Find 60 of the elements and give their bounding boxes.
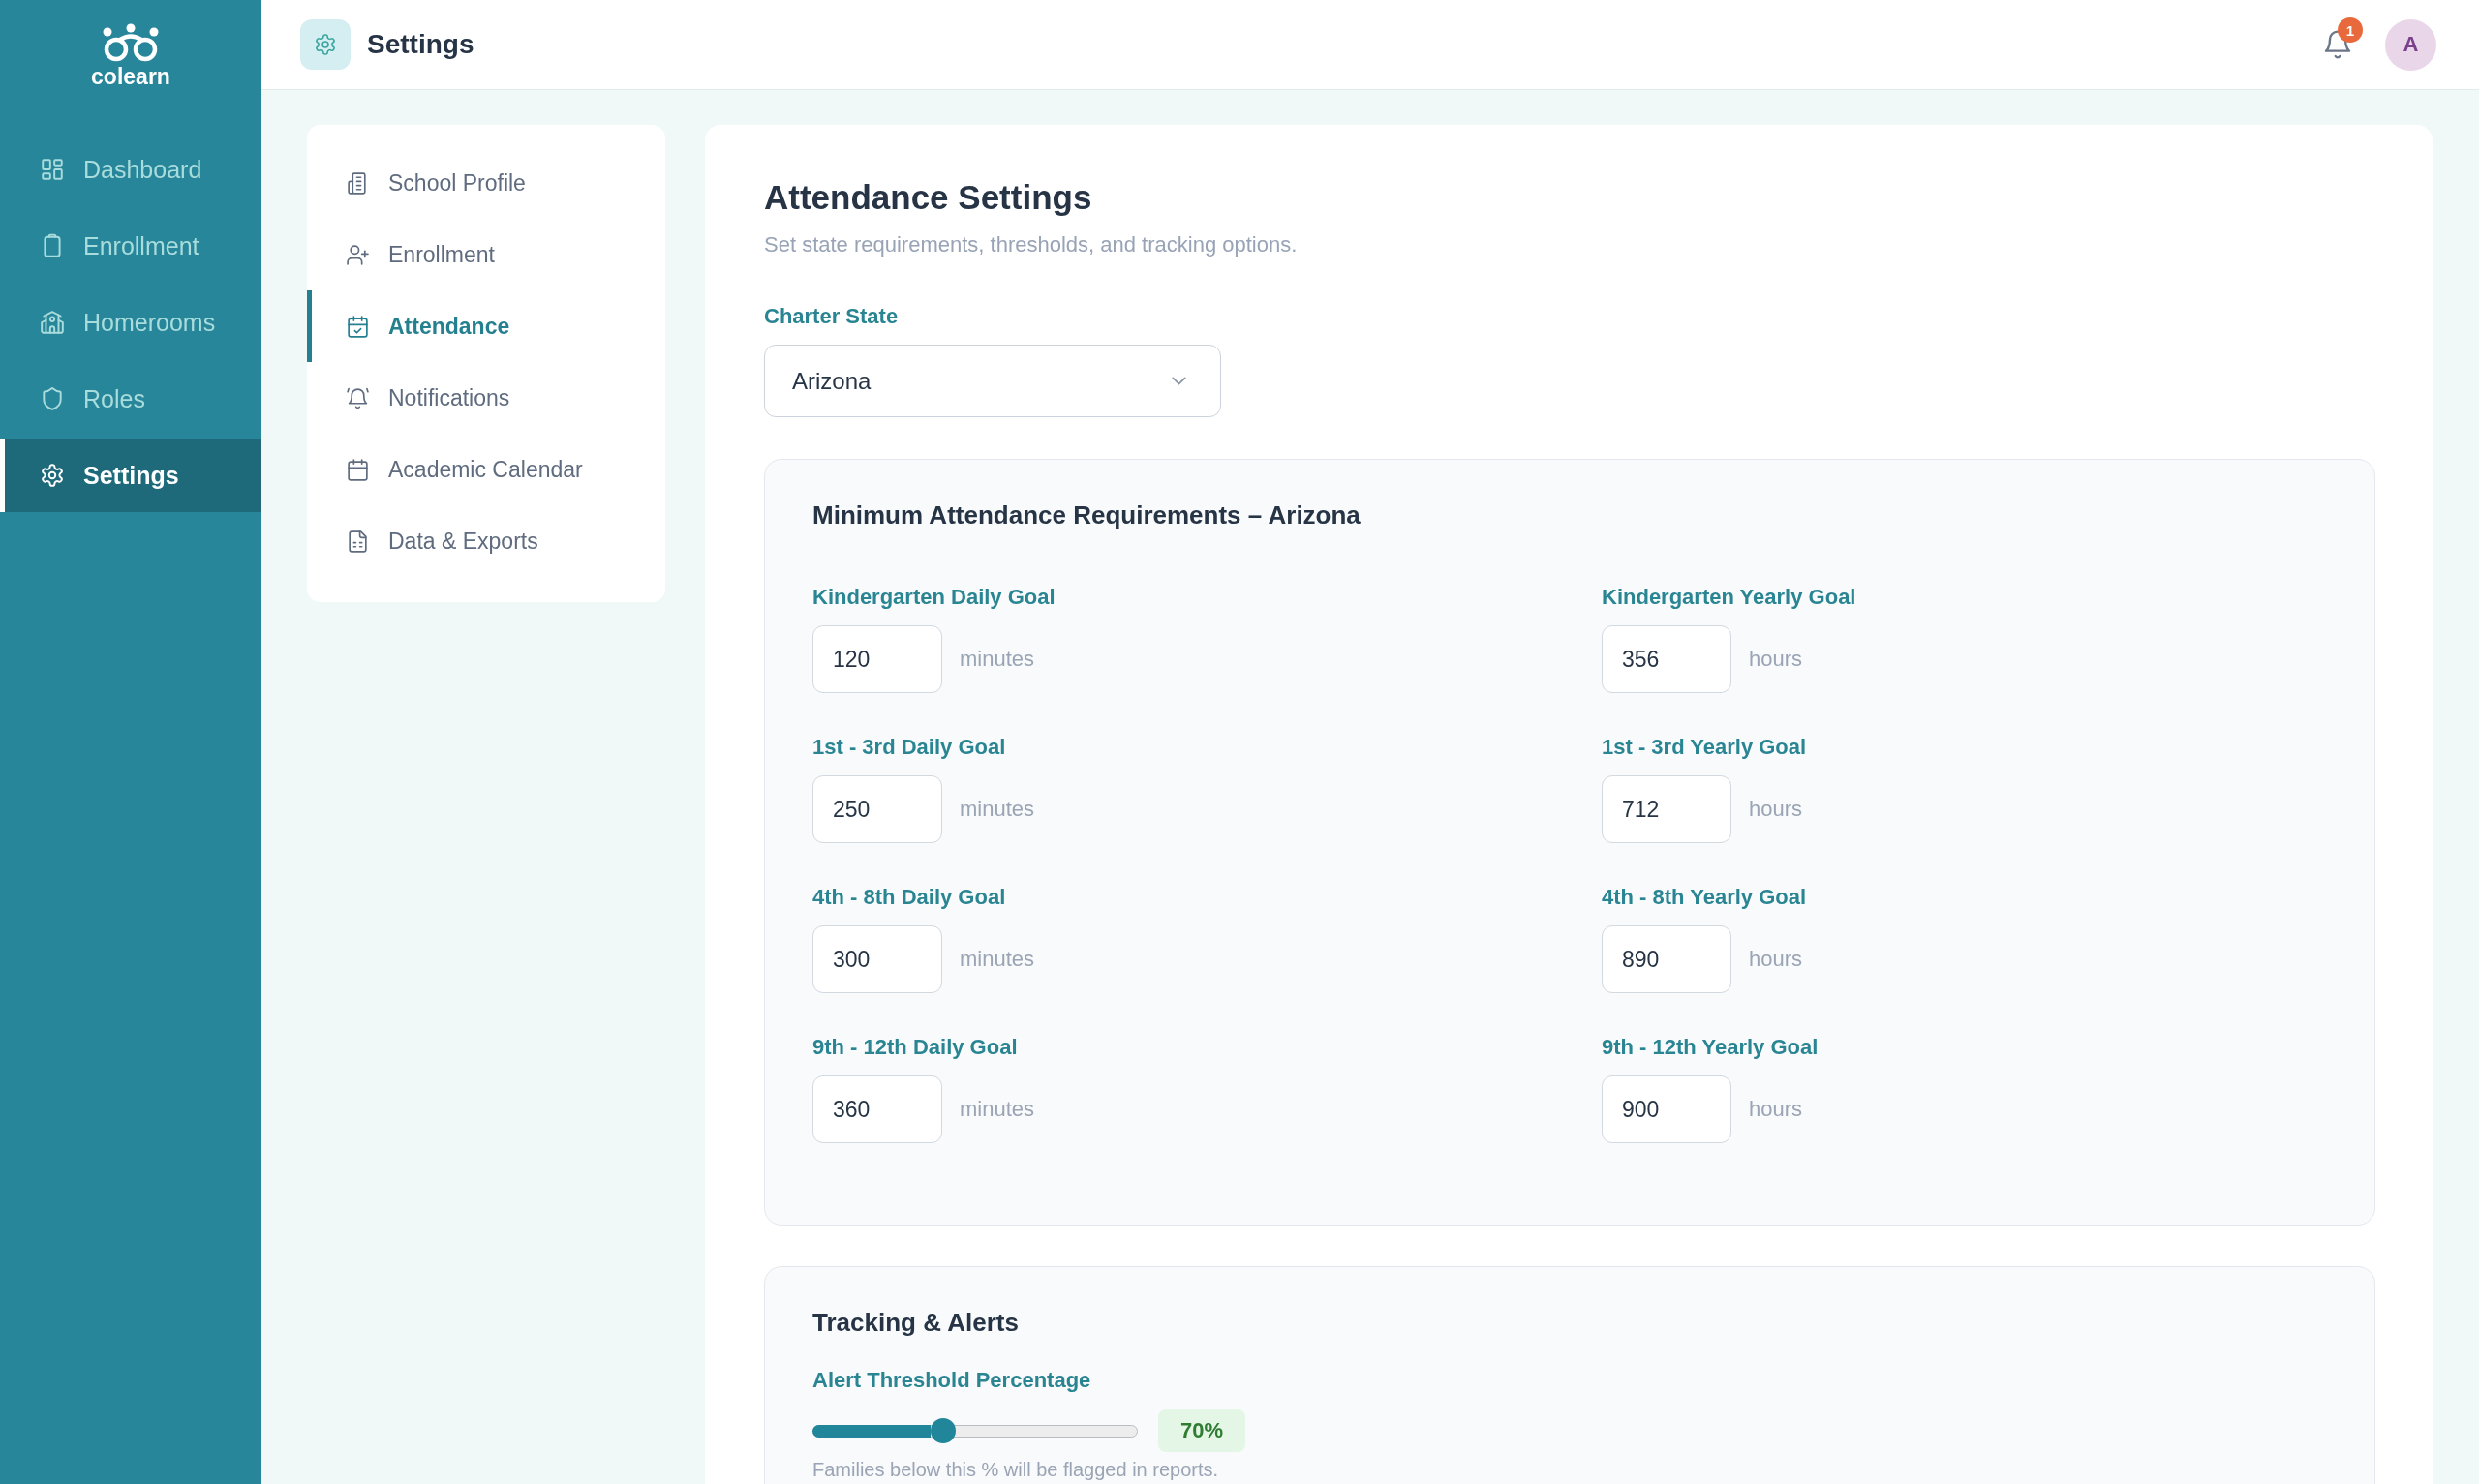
panel-title: Minimum Attendance Requirements – Arizona bbox=[812, 500, 1361, 530]
grid-icon bbox=[40, 157, 65, 182]
unit-label: hours bbox=[1749, 1097, 1803, 1122]
goal-input[interactable]: 356 bbox=[1602, 625, 1731, 693]
sidebar-nav-item[interactable]: Roles bbox=[0, 362, 261, 436]
slider-label: Alert Threshold Percentage bbox=[812, 1368, 1091, 1393]
slider-handle[interactable] bbox=[930, 1418, 956, 1443]
goal-label: Kindergarten Yearly Goal bbox=[1602, 585, 1856, 610]
goal-label: 9th - 12th Yearly Goal bbox=[1602, 1035, 1819, 1060]
goal-input[interactable]: 360 bbox=[812, 1075, 942, 1143]
goal-input[interactable]: 712 bbox=[1602, 775, 1731, 843]
settings-menu-item[interactable]: Enrollment bbox=[307, 219, 665, 290]
goal-input[interactable]: 250 bbox=[812, 775, 942, 843]
settings-menu-item[interactable]: Notifications bbox=[307, 362, 665, 434]
goal-input[interactable]: 900 bbox=[1602, 1075, 1731, 1143]
unit-label: minutes bbox=[960, 947, 1035, 972]
section-title: Attendance Settings bbox=[764, 177, 1092, 218]
settings-icon bbox=[40, 463, 65, 488]
unit-label: hours bbox=[1749, 947, 1803, 972]
school-building-icon bbox=[40, 310, 65, 335]
goal-label: 4th - 8th Daily Goal bbox=[812, 885, 1006, 910]
page-title: Settings bbox=[367, 29, 474, 60]
notification-count: 1 bbox=[2338, 17, 2363, 43]
goal-label: 9th - 12th Daily Goal bbox=[812, 1035, 1018, 1060]
unit-label: minutes bbox=[960, 797, 1035, 822]
settings-menu-item[interactable]: Data & Exports bbox=[307, 505, 665, 577]
goal-input[interactable]: 300 bbox=[812, 925, 942, 993]
shield-icon bbox=[40, 386, 65, 411]
sidebar-nav-item[interactable]: Homerooms bbox=[0, 286, 261, 359]
settings-menu-item[interactable]: Attendance bbox=[307, 290, 665, 362]
bell-ringing-icon bbox=[346, 385, 370, 410]
panel-title: Tracking & Alerts bbox=[812, 1307, 1019, 1338]
user-avatar[interactable]: A bbox=[2385, 18, 2436, 71]
sidebar-nav-item[interactable]: Dashboard bbox=[0, 133, 261, 206]
threshold-value: 70% bbox=[1158, 1409, 1245, 1452]
goal-label: 1st - 3rd Yearly Goal bbox=[1602, 735, 1807, 760]
calendar-check-icon bbox=[346, 314, 370, 339]
settings-menu-item[interactable]: School Profile bbox=[307, 147, 665, 219]
chevron-down-icon bbox=[1172, 377, 1186, 385]
settings-menu-item[interactable]: Academic Calendar bbox=[307, 434, 665, 505]
unit-label: hours bbox=[1749, 797, 1803, 822]
goal-label: Kindergarten Daily Goal bbox=[812, 585, 1056, 610]
logo-text: colearn bbox=[91, 65, 170, 88]
settings-icon bbox=[300, 19, 351, 70]
user-plus-icon bbox=[346, 242, 370, 267]
goal-label: 4th - 8th Yearly Goal bbox=[1602, 885, 1807, 910]
unit-label: hours bbox=[1749, 647, 1803, 672]
hint-text: Families below this % will be flagged in reports. bbox=[812, 1458, 1219, 1481]
goal-input[interactable]: 890 bbox=[1602, 925, 1731, 993]
section-description: Set state requirements, thresholds, and tracking options. bbox=[764, 232, 1298, 257]
state-select[interactable]: Arizona bbox=[764, 345, 1221, 417]
sidebar-nav-item[interactable]: Settings bbox=[0, 439, 261, 512]
sidebar-nav-item[interactable]: Enrollment bbox=[0, 209, 261, 283]
document-icon bbox=[346, 529, 370, 554]
goal-input[interactable]: 120 bbox=[812, 625, 942, 693]
field-label: Charter State bbox=[764, 304, 899, 329]
unit-label: minutes bbox=[960, 1097, 1035, 1122]
calendar-icon bbox=[346, 457, 370, 482]
unit-label: minutes bbox=[960, 647, 1035, 672]
goal-label: 1st - 3rd Daily Goal bbox=[812, 735, 1006, 760]
